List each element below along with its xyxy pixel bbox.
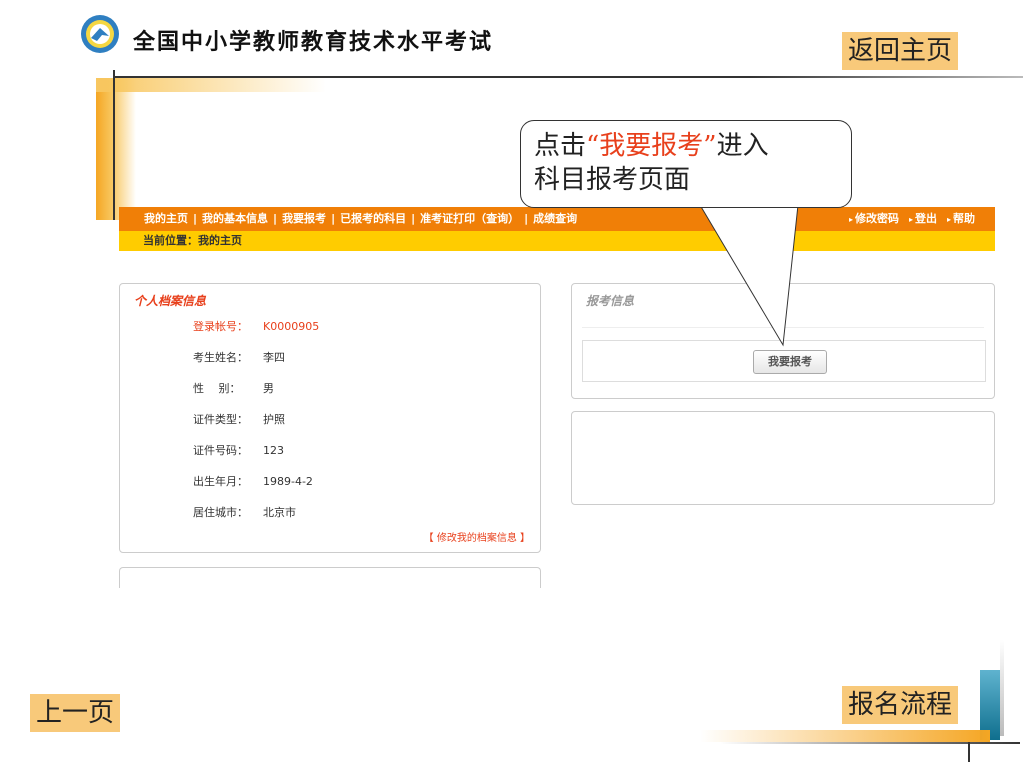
field-login-account: 登录帐号： K0000905 [193,318,319,334]
exam-info-title: 报考信息 [586,294,635,308]
decor-corner-gradient [700,730,990,742]
exam-emblem-icon [81,15,119,53]
registration-flow-button[interactable]: 报名流程 [842,686,959,724]
callout-line2: 科目报考页面 [534,165,691,195]
edit-profile-link[interactable]: 【 修改我的档案信息 】 [424,529,530,544]
enroll-button[interactable]: 我要报考 [753,350,827,374]
second-panel-edge [119,567,541,588]
decor-vertical-bar [96,78,136,220]
nav-basic-info[interactable]: 我的基本信息 [202,212,268,225]
field-label: 出生年月： [193,475,248,488]
field-id-type: 证件类型： 护照 [193,411,285,427]
nav-home[interactable]: 我的主页 [144,212,188,225]
field-value: 男 [263,382,274,395]
field-label: 性 别： [193,382,241,395]
nav-scores[interactable]: 成绩查询 [533,212,577,225]
nav-enrolled-subjects[interactable]: 已报考的科目 [340,212,406,225]
decor-corner-line [1000,640,1004,736]
instruction-callout: 点击“我要报考”进入 科目报考页面 [520,120,852,208]
callout-prefix: 点击 [534,131,587,161]
callout-text: 点击“我要报考”进入 科目报考页面 [534,129,769,197]
profile-panel-title: 个人档案信息 [134,294,207,308]
field-value: 123 [263,444,284,457]
decor-corner-tick [968,742,970,762]
field-name: 考生姓名： 李四 [193,349,285,365]
decor-corner-rule [720,742,1020,744]
field-label: 证件类型： [193,413,248,426]
field-id-number: 证件号码： 123 [193,442,284,458]
previous-page-button[interactable]: 上一页 [30,694,121,732]
field-label: 证件号码： [193,444,248,457]
breadcrumb: 当前位置：我的主页 [119,231,995,251]
nav-change-password[interactable]: 修改密码 [849,212,899,225]
panel-divider [582,327,984,328]
empty-panel [571,411,995,505]
field-value: 1989-4-2 [263,475,313,488]
field-label: 考生姓名： [193,351,248,364]
header-rule [113,76,1023,78]
embedded-webpage: 我的主页|我的基本信息|我要报考|已报考的科目|准考证打印（查询）|成绩查询 修… [119,207,995,588]
field-value: K0000905 [263,320,320,333]
decor-horizontal-bar [96,78,326,92]
profile-panel: 个人档案信息 登录帐号： K0000905 考生姓名： 李四 性 别： 男 证件类型：… [119,283,541,553]
nav-admission-ticket[interactable]: 准考证打印（查询） [420,212,519,225]
field-label: 登录帐号： [193,320,248,333]
nav-logout[interactable]: 登出 [909,212,937,225]
callout-highlight: “我要报考” [586,131,717,161]
field-value: 北京市 [263,506,296,519]
page-title: 全国中小学教师教育技术水平考试 [133,30,494,55]
exam-action-area: 我要报考 [582,340,986,382]
nav-account-links: 修改密码登出帮助 [839,207,975,232]
field-label: 居住城市： [193,506,248,519]
exam-info-panel: 报考信息 我要报考 [571,283,995,399]
field-gender: 性 别： 男 [193,380,274,396]
home-button[interactable]: 返回主页 [842,32,959,70]
nav-help[interactable]: 帮助 [947,212,975,225]
field-value: 李四 [263,351,285,364]
top-nav: 我的主页|我的基本信息|我要报考|已报考的科目|准考证打印（查询）|成绩查询 修… [119,207,995,231]
field-city: 居住城市： 北京市 [193,504,296,520]
nav-enroll[interactable]: 我要报考 [282,212,326,225]
field-birth-date: 出生年月： 1989-4-2 [193,473,313,489]
callout-suffix: 进入 [716,131,769,161]
decor-vertical-line [113,70,115,220]
field-value: 护照 [263,413,285,426]
